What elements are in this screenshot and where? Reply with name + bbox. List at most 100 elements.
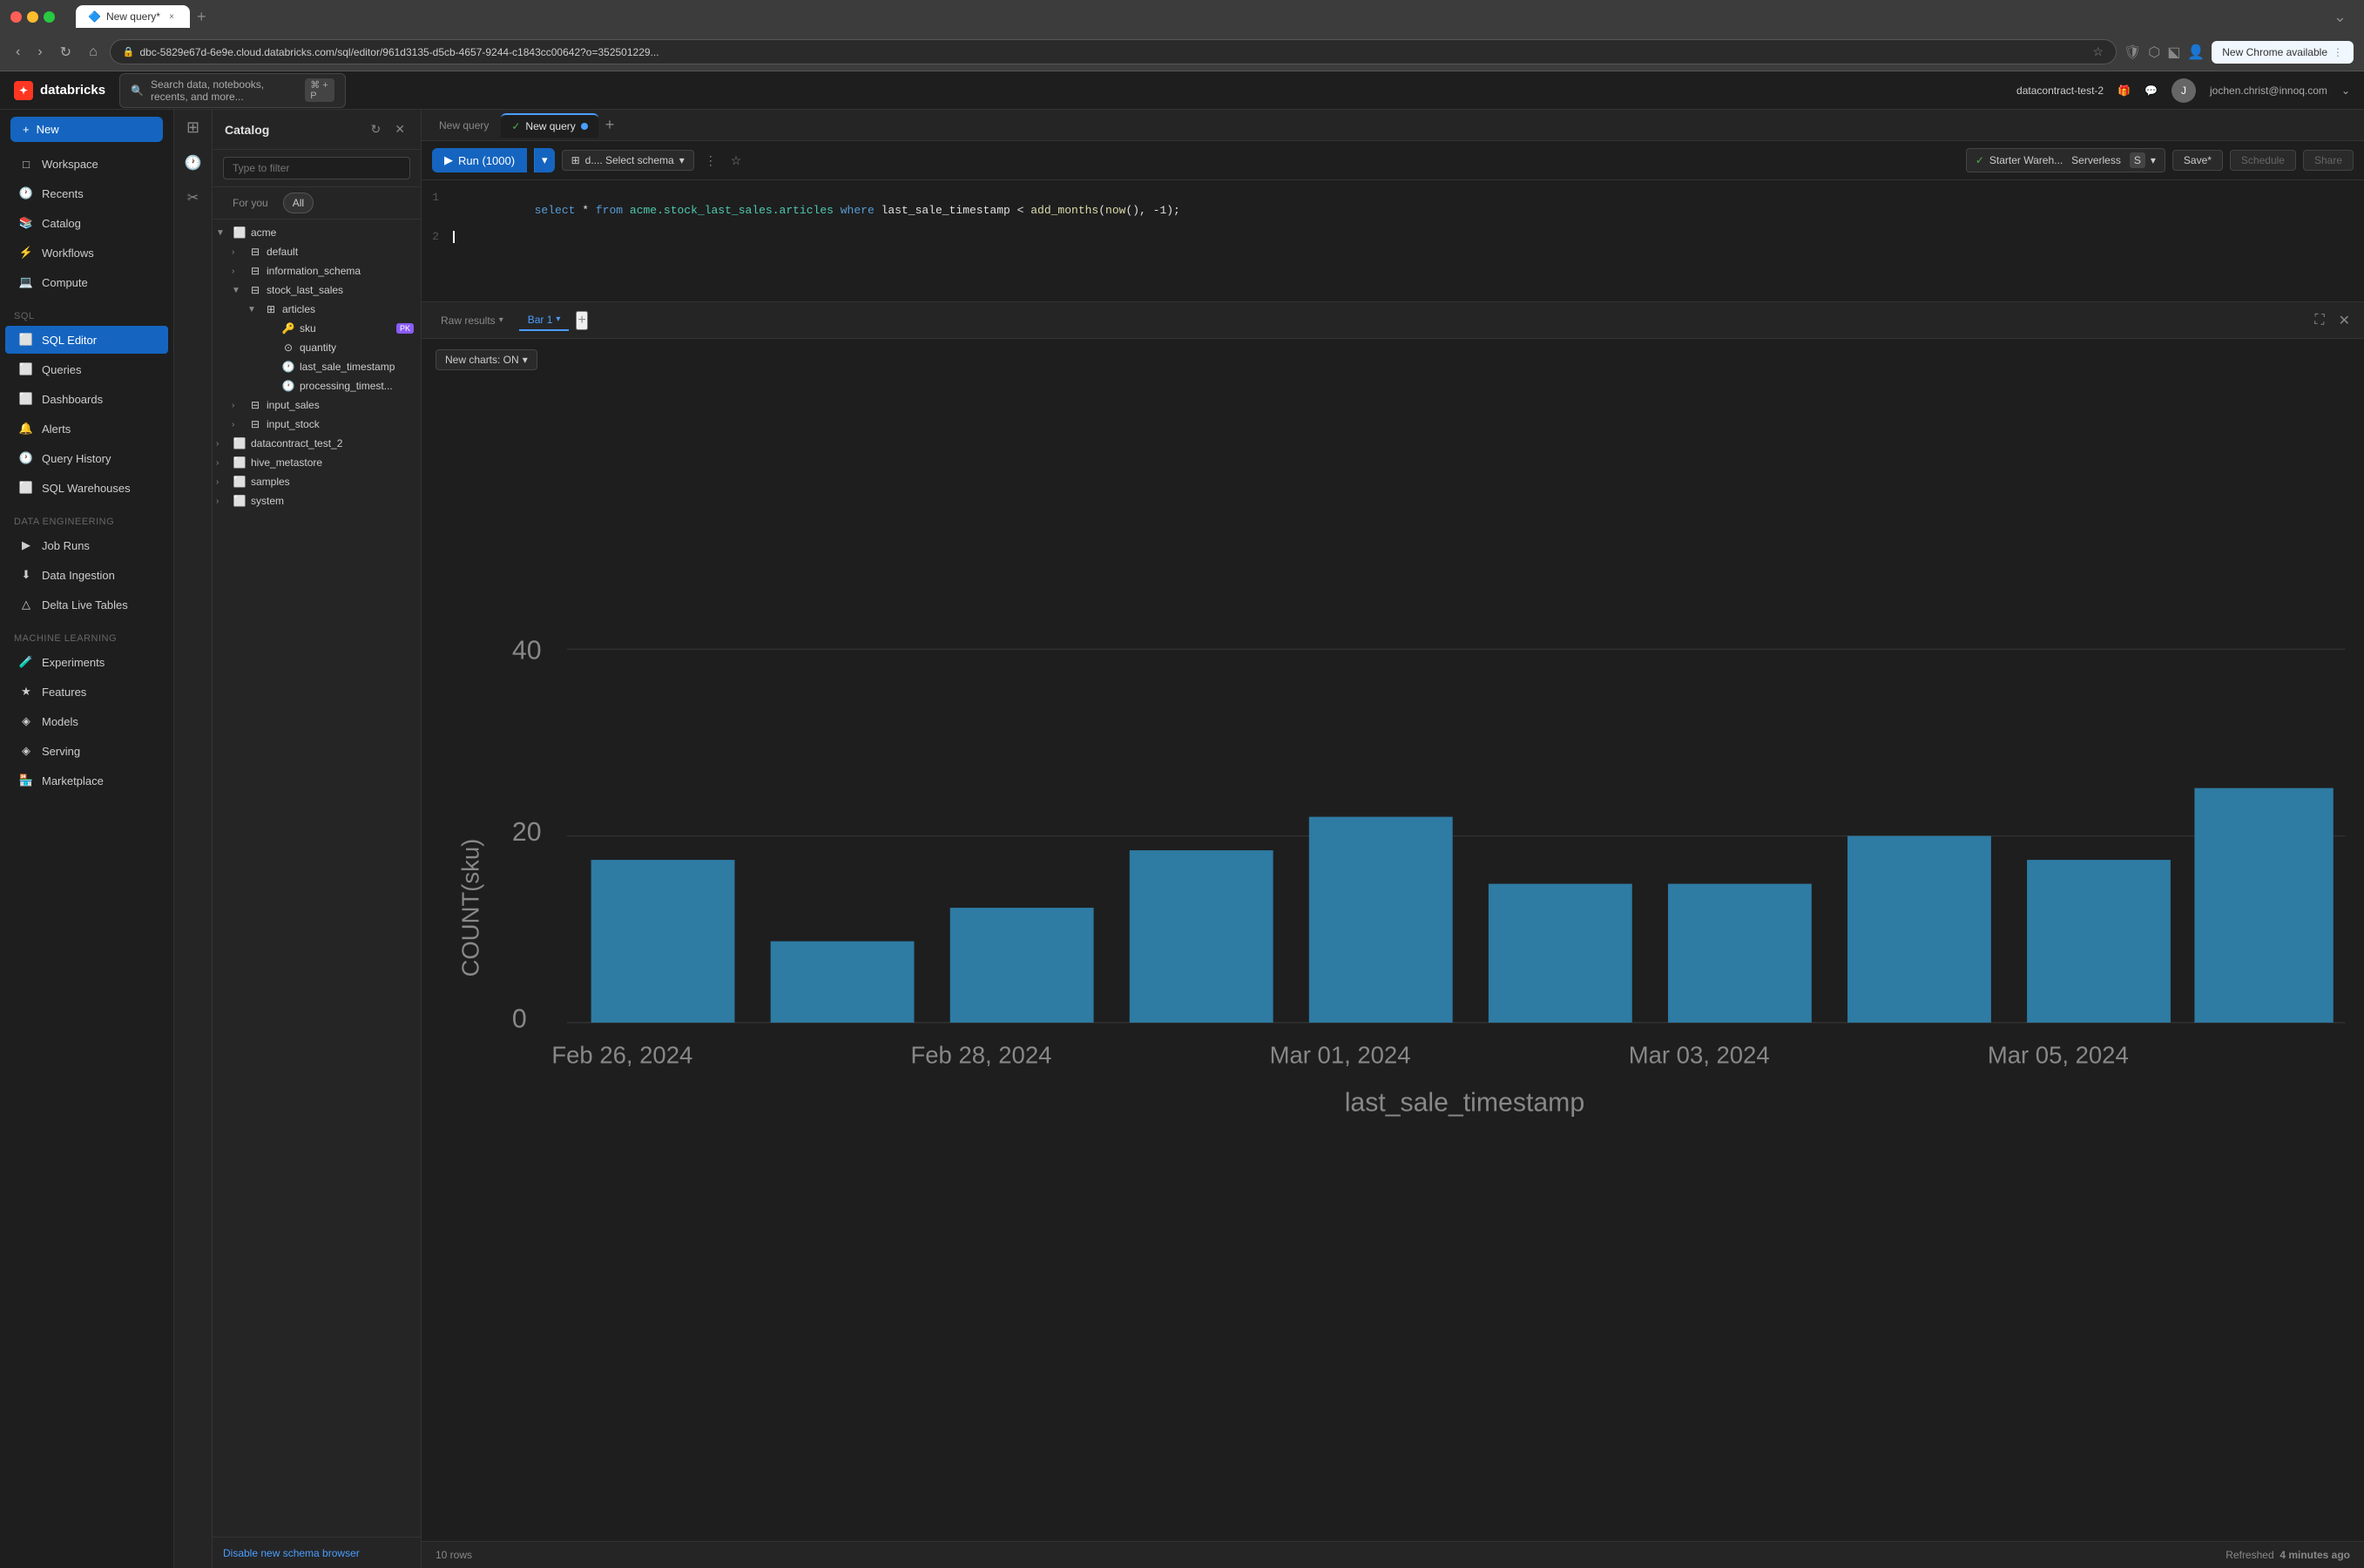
sidebar-item-compute[interactable]: 💻 Compute — [5, 268, 168, 296]
sidebar-item-query-history[interactable]: 🕐 Query History — [5, 444, 168, 472]
tree-item-acme[interactable]: ▼ ⬜ acme — [213, 223, 421, 242]
star-button[interactable]: ☆ — [727, 152, 746, 170]
chevron-down-icon: ▼ — [247, 305, 260, 314]
address-bar-row: ‹ › ↻ ⌂ 🔒 dbc-5829e67d-6e9e.cloud.databr… — [0, 33, 2364, 71]
tree-item-sku[interactable]: 🔑 sku PK — [213, 319, 421, 338]
extensions-icon[interactable]: ⬡ — [2148, 44, 2160, 61]
sidebar-item-delta-live[interactable]: △ Delta Live Tables — [5, 591, 168, 618]
add-chart-button[interactable]: + — [576, 311, 587, 330]
minimize-button[interactable] — [27, 11, 38, 23]
icon-strip: ⊞ 🕐 ✂ — [174, 110, 213, 1568]
new-charts-toggle[interactable]: New charts: ON ▾ — [436, 349, 537, 370]
new-tab-button[interactable]: + — [192, 6, 212, 28]
reading-mode-icon[interactable]: ⬕ — [2167, 44, 2180, 61]
sidebar-item-queries[interactable]: ⬜ Queries — [5, 355, 168, 383]
play-icon: ▶ — [444, 153, 453, 167]
profile-icon[interactable]: 👤 — [2187, 44, 2205, 61]
history-panel-toggle[interactable]: 🕐 — [181, 152, 206, 173]
sidebar-item-marketplace[interactable]: 🏪 Marketplace — [5, 767, 168, 794]
shield-icon[interactable]: 🛡 — [2124, 44, 2141, 61]
bar-mar03a — [1489, 884, 1632, 1023]
tree-item-processing-timestamp[interactable]: 🕐 processing_timest... — [213, 376, 421, 395]
query-tab-2[interactable]: ✓ New query — [501, 113, 598, 138]
warehouse-selector[interactable]: ✓ Starter Wareh... Serverless S ▾ — [1966, 148, 2165, 172]
more-options-button[interactable]: ⋮ — [701, 152, 720, 170]
catalog-filter-input[interactable] — [223, 157, 410, 179]
sidebar-item-workspace[interactable]: □ Workspace — [5, 150, 168, 178]
sidebar-item-sql-editor[interactable]: ⬜ SQL Editor — [5, 326, 168, 354]
back-button[interactable]: ‹ — [10, 41, 25, 64]
reload-button[interactable]: ↻ — [55, 40, 77, 64]
chrome-menu-button[interactable]: ⌄ — [2327, 8, 2354, 26]
home-button[interactable]: ⌂ — [84, 41, 103, 64]
sidebar-item-features[interactable]: ★ Features — [5, 678, 168, 706]
help-icon[interactable]: 💬 — [2144, 84, 2158, 97]
user-menu-chevron[interactable]: ⌄ — [2341, 84, 2350, 97]
code-line-2: 2 — [422, 230, 2364, 243]
global-search[interactable]: 🔍 Search data, notebooks, recents, and m… — [119, 73, 346, 108]
raw-results-tab[interactable]: Raw results ▾ — [432, 311, 512, 330]
queries-icon: ⬜ — [19, 362, 33, 376]
plus-icon: + — [23, 123, 30, 136]
main-layout: + New □ Workspace 🕐 Recents 📚 Catalog ⚡ … — [0, 110, 2364, 1568]
sidebar-item-catalog[interactable]: 📚 Catalog — [5, 209, 168, 237]
sidebar-item-models[interactable]: ◈ Models — [5, 707, 168, 735]
tree-item-quantity[interactable]: ⊙ quantity — [213, 338, 421, 357]
tree-item-hive-metastore[interactable]: › ⬜ hive_metastore — [213, 453, 421, 472]
schema-selector[interactable]: ⊞ d.... Select schema ▾ — [562, 150, 694, 171]
share-button[interactable]: Share — [2303, 150, 2354, 171]
tab-for-you[interactable]: For you — [223, 193, 278, 213]
maximize-button[interactable] — [44, 11, 55, 23]
sidebar-item-data-ingestion[interactable]: ⬇ Data Ingestion — [5, 561, 168, 589]
bar1-tab[interactable]: Bar 1 ▾ — [519, 310, 570, 331]
sidebar-item-serving[interactable]: ◈ Serving — [5, 737, 168, 765]
add-query-tab-button[interactable]: + — [600, 116, 620, 134]
close-results-button[interactable]: ✕ — [2335, 308, 2354, 333]
sidebar-item-job-runs[interactable]: ▶ Job Runs — [5, 531, 168, 559]
sidebar-item-recents[interactable]: 🕐 Recents — [5, 179, 168, 207]
tree-item-samples[interactable]: › ⬜ samples — [213, 472, 421, 491]
banner-menu-icon[interactable]: ⋮ — [2333, 46, 2343, 58]
new-button[interactable]: + New — [10, 117, 163, 142]
user-avatar[interactable]: J — [2172, 78, 2196, 103]
sidebar-item-workflows[interactable]: ⚡ Workflows — [5, 239, 168, 267]
tree-item-information-schema[interactable]: › ⊟ information_schema — [213, 261, 421, 280]
chevron-down-icon: ▾ — [679, 154, 685, 166]
close-button[interactable] — [10, 11, 22, 23]
sidebar-item-sql-warehouses[interactable]: ⬜ SQL Warehouses — [5, 474, 168, 502]
sidebar-item-dashboards[interactable]: ⬜ Dashboards — [5, 385, 168, 413]
bar-empty1 — [950, 908, 1094, 1023]
tab-all[interactable]: All — [283, 193, 314, 213]
new-chrome-banner[interactable]: New Chrome available ⋮ — [2212, 41, 2354, 64]
catalog-close-button[interactable]: ✕ — [391, 120, 409, 139]
run-button[interactable]: ▶ Run (1000) — [432, 148, 527, 172]
tree-item-input-sales[interactable]: › ⊟ input_sales — [213, 395, 421, 415]
snippets-panel-toggle[interactable]: ✂ — [184, 187, 202, 208]
tree-item-system[interactable]: › ⬜ system — [213, 491, 421, 510]
fullscreen-button[interactable]: ⛶ — [2311, 309, 2327, 332]
save-button[interactable]: Save* — [2172, 150, 2223, 171]
gift-icon[interactable]: 🎁 — [2117, 84, 2131, 97]
de-section-label: Data Engineering — [0, 508, 173, 531]
tab-close-button[interactable]: × — [165, 10, 178, 23]
unsaved-dot — [581, 123, 588, 130]
tree-item-datacontract-test-2[interactable]: › ⬜ datacontract_test_2 — [213, 434, 421, 453]
tree-item-articles[interactable]: ▼ ⊞ articles — [213, 300, 421, 319]
tree-item-input-stock[interactable]: › ⊟ input_stock — [213, 415, 421, 434]
disable-schema-browser-link[interactable]: Disable new schema browser — [223, 1547, 360, 1559]
tree-item-stock-last-sales[interactable]: ▼ ⊟ stock_last_sales — [213, 280, 421, 300]
query-tab-1[interactable]: New query — [429, 114, 499, 137]
forward-button[interactable]: › — [32, 41, 47, 64]
code-editor[interactable]: 1 select * from acme.stock_last_sales.ar… — [422, 180, 2364, 302]
sidebar-item-alerts[interactable]: 🔔 Alerts — [5, 415, 168, 443]
bookmark-button[interactable]: ☆ — [2092, 44, 2104, 59]
address-input[interactable]: 🔒 dbc-5829e67d-6e9e.cloud.databricks.com… — [110, 39, 2117, 64]
catalog-refresh-button[interactable]: ↻ — [368, 120, 385, 139]
browser-tab[interactable]: 🔷 New query* × — [76, 5, 190, 28]
schedule-button[interactable]: Schedule — [2230, 150, 2296, 171]
catalog-panel-toggle[interactable]: ⊞ — [183, 117, 203, 139]
run-dropdown-button[interactable]: ▾ — [534, 148, 555, 172]
sidebar-item-experiments[interactable]: 🧪 Experiments — [5, 648, 168, 676]
tree-item-default[interactable]: › ⊟ default — [213, 242, 421, 261]
tree-item-last-sale-timestamp[interactable]: 🕐 last_sale_timestamp — [213, 357, 421, 376]
